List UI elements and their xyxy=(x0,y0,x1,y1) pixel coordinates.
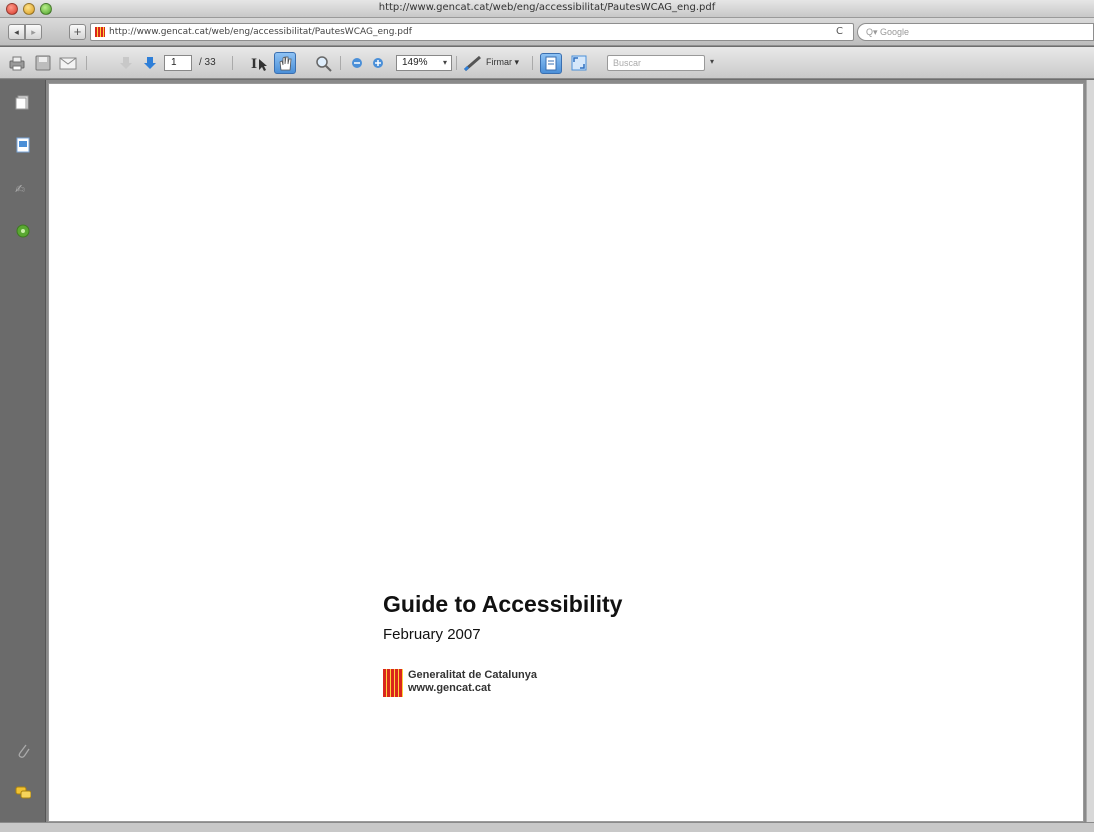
site-favicon-icon xyxy=(95,27,105,37)
organization-url: www.gencat.cat xyxy=(408,682,491,694)
toolbar-separator xyxy=(532,56,533,70)
pdf-page: Guide to Accessibility February 2007 Gen… xyxy=(48,83,1084,822)
fullscreen-icon[interactable] xyxy=(570,54,588,72)
zoom-tool-icon[interactable] xyxy=(314,54,334,72)
fit-page-icon xyxy=(545,56,557,71)
save-icon[interactable] xyxy=(34,54,52,72)
toolbar-separator xyxy=(456,56,457,70)
document-date: February 2007 xyxy=(383,626,481,643)
pen-icon[interactable] xyxy=(462,54,484,72)
text-select-tool-icon[interactable]: I xyxy=(250,54,268,72)
back-button[interactable]: ◂ xyxy=(8,24,25,40)
pages-icon[interactable] xyxy=(15,94,31,110)
fit-page-button[interactable] xyxy=(540,53,562,74)
sign-menu-button[interactable]: Firmar ▾ xyxy=(486,57,519,68)
hand-icon xyxy=(279,56,292,71)
svg-text:I: I xyxy=(251,57,257,72)
toolbar-separator xyxy=(86,56,87,70)
forward-button[interactable]: ▸ xyxy=(25,24,42,40)
window-titlebar: http://www.gencat.cat/web/eng/accessibil… xyxy=(0,0,1094,18)
chevron-down-icon: ▾ xyxy=(442,58,447,67)
comments-icon[interactable] xyxy=(15,785,31,801)
toolbar-separator xyxy=(232,56,233,70)
layers-icon[interactable] xyxy=(15,223,31,239)
document-viewport[interactable]: Guide to Accessibility February 2007 Gen… xyxy=(46,80,1086,822)
window-title: http://www.gencat.cat/web/eng/accessibil… xyxy=(378,2,716,13)
status-bar xyxy=(0,822,1094,832)
signatures-icon[interactable]: ✍ xyxy=(15,180,31,196)
zoom-level-value: 149% xyxy=(402,57,428,68)
document-title: Guide to Accessibility xyxy=(383,591,623,617)
pdf-toolbar: 1 / 33 I 149% ▾ Firmar ▾ Buscar ▾ xyxy=(0,47,1094,79)
find-options-chevron-down-icon[interactable]: ▾ xyxy=(710,57,714,66)
address-field[interactable]: http://www.gencat.cat/web/eng/accessibil… xyxy=(90,23,854,41)
organization-name: Generalitat de Catalunya xyxy=(408,669,537,681)
page-number-field[interactable]: 1 xyxy=(164,55,192,71)
navigation-bar: ◂ ▸ + http://www.gencat.cat/web/eng/acce… xyxy=(0,18,1094,46)
vertical-scrollbar[interactable] xyxy=(1086,80,1094,822)
previous-page-icon[interactable] xyxy=(118,54,134,72)
page-total: / 33 xyxy=(199,57,216,68)
generalitat-logo-icon xyxy=(383,669,403,697)
find-input[interactable]: Buscar xyxy=(607,55,705,71)
svg-text:✍: ✍ xyxy=(15,182,25,196)
hand-tool-button[interactable] xyxy=(274,52,296,74)
navigation-sidebar: ✍ xyxy=(0,80,46,822)
attachment-icon[interactable] xyxy=(15,742,31,758)
zoom-level-select[interactable]: 149% ▾ xyxy=(396,55,452,71)
search-input[interactable]: Q▾ Google xyxy=(857,23,1094,41)
add-bookmark-button[interactable]: + xyxy=(69,24,86,40)
next-page-icon[interactable] xyxy=(142,54,158,72)
zoom-in-icon[interactable] xyxy=(371,54,385,72)
toolbar-separator xyxy=(340,56,341,70)
zoom-out-icon[interactable] xyxy=(350,54,364,72)
print-icon[interactable] xyxy=(8,54,26,72)
reload-icon[interactable]: C xyxy=(836,24,843,40)
email-icon[interactable] xyxy=(58,54,78,72)
bookmarks-icon[interactable] xyxy=(15,137,31,153)
address-text: http://www.gencat.cat/web/eng/accessibil… xyxy=(109,27,412,37)
